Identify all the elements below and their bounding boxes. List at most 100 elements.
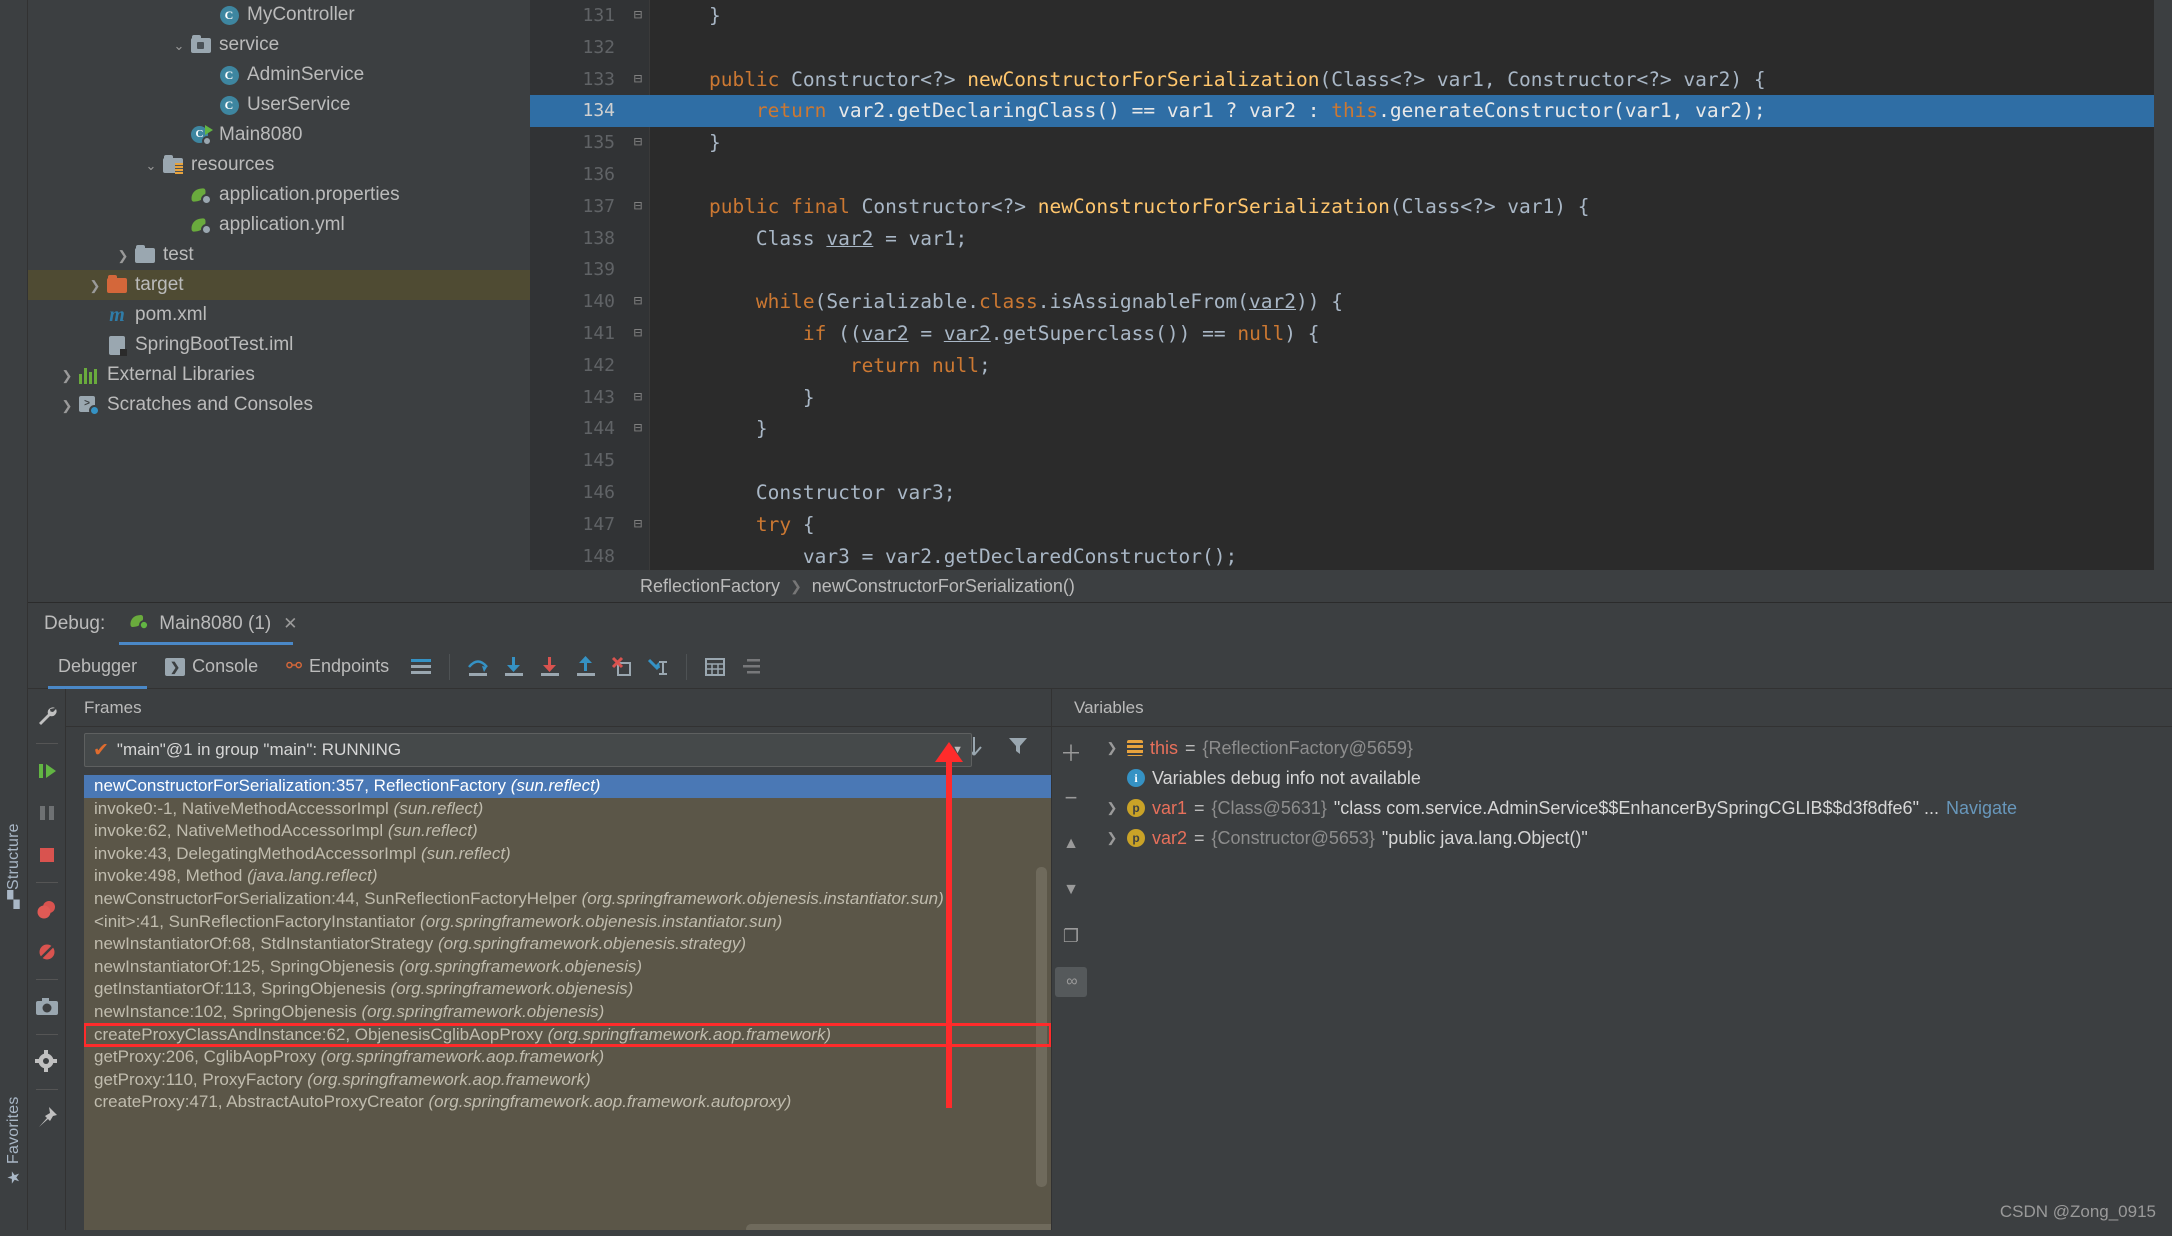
editor-scrollbar[interactable] [2154, 0, 2172, 570]
settings-wrench-icon[interactable] [30, 697, 64, 735]
fold-marker-icon[interactable]: ⊟ [630, 382, 646, 414]
code-line-147[interactable]: 147 ⊟ try { [530, 509, 2172, 541]
tree-item-resources[interactable]: ⌄ resources [28, 150, 530, 180]
code-line-133[interactable]: 133 ⊟ public Constructor<?> newConstructo… [530, 64, 2172, 96]
code-line-141[interactable]: 141 ⊟ if ((var2 = var2.getSuperclass()) =… [530, 318, 2172, 350]
code-line-137[interactable]: 137 ⊟ public final Constructor<?> newCons… [530, 191, 2172, 223]
project-tool-window[interactable]: C MyController ⌄ service C AdminService C UserS… [28, 0, 530, 602]
code-line-139[interactable]: 139 [530, 254, 2172, 286]
code-editor[interactable]: 131 ⊟ } 132 133 ⊟ public Constructor<?> newC… [530, 0, 2172, 570]
step-over-icon[interactable] [460, 649, 496, 685]
tree-item-mycontroller[interactable]: C MyController [28, 0, 530, 30]
fold-marker-icon[interactable]: ⊟ [630, 0, 646, 32]
layout-settings-icon[interactable] [403, 649, 439, 685]
fold-marker-icon[interactable]: ⊟ [630, 286, 646, 318]
drop-frame-icon[interactable] [604, 649, 640, 685]
tree-item-scratches-and-consoles[interactable]: ❯ > Scratches and Consoles [28, 390, 530, 420]
code-line-136[interactable]: 136 [530, 159, 2172, 191]
navigate-link[interactable]: Navigate [1946, 798, 2017, 819]
frame-row[interactable]: invoke:43, DelegatingMethodAccessorImpl … [84, 843, 1051, 866]
tree-item-application-yml[interactable]: application.yml [28, 210, 530, 240]
chevron-right-icon[interactable]: ❯ [58, 369, 76, 382]
frame-row[interactable]: newConstructorForSerialization:357, Refl… [84, 775, 1051, 798]
code-line-132[interactable]: 132 [530, 32, 2172, 64]
tree-item-springboottest-iml[interactable]: SpringBootTest.iml [28, 330, 530, 360]
code-line-131[interactable]: 131 ⊟ } [530, 0, 2172, 32]
frames-list[interactable]: newConstructorForSerialization:357, Refl… [84, 775, 1051, 1236]
settings-gear-icon[interactable] [30, 1043, 64, 1081]
frame-row[interactable]: newConstructorForSerialization:44, SunRe… [84, 888, 1051, 911]
pause-program-icon[interactable] [30, 794, 64, 832]
tree-item-pom-xml[interactable]: m pom.xml [28, 300, 530, 330]
frame-row[interactable]: getProxy:110, ProxyFactory (org.springfr… [84, 1069, 1051, 1092]
editor-code-area[interactable]: 131 ⊟ } 132 133 ⊟ public Constructor<?> newC… [530, 0, 2172, 570]
frame-row[interactable]: newInstantiatorOf:68, StdInstantiatorStr… [84, 933, 1051, 956]
resume-program-icon[interactable] [30, 752, 64, 790]
frame-row[interactable]: newInstance:102, SpringObjenesis (org.sp… [84, 1001, 1051, 1024]
variable-row[interactable]: ❯ p var1 = {Class@5631} "class com.service.Ad… [1104, 793, 2162, 823]
code-line-134[interactable]: 134 return var2.getDeclaringClass() == v… [530, 95, 2172, 128]
variable-row[interactable]: i Variables debug info not available [1104, 763, 2162, 793]
fold-marker-icon[interactable]: ⊟ [630, 64, 646, 96]
frame-row[interactable]: getInstantiatorOf:113, SpringObjenesis (… [84, 978, 1051, 1001]
chevron-right-icon[interactable]: ❯ [1104, 800, 1120, 816]
stop-icon[interactable] [30, 836, 64, 874]
move-down-icon[interactable]: ▼ [1055, 875, 1087, 905]
fold-marker-icon[interactable]: ⊟ [630, 318, 646, 350]
code-line-138[interactable]: 138 Class var2 = var1; [530, 223, 2172, 255]
tree-item-test[interactable]: ❯ test [28, 240, 530, 270]
remove-icon[interactable]: − [1055, 783, 1087, 813]
variable-row[interactable]: ❯ this = {ReflectionFactory@5659} [1104, 733, 2162, 763]
tab-console[interactable]: ❯ Console [151, 645, 272, 689]
filter-icon[interactable] [1007, 734, 1029, 763]
view-breakpoints-icon[interactable] [30, 891, 64, 929]
tree-item-userservice[interactable]: C UserService [28, 90, 530, 120]
pin-tab-icon[interactable] [30, 1098, 64, 1136]
code-line-143[interactable]: 143 ⊟ } [530, 382, 2172, 414]
chevron-right-icon[interactable]: ❯ [1104, 830, 1120, 846]
evaluate-expression-icon[interactable] [697, 649, 733, 685]
code-line-148[interactable]: 148 var3 = var2.getDeclaredConstructor()… [530, 541, 2172, 570]
chevron-down-icon[interactable]: ⌄ [142, 159, 160, 172]
inspect-icon[interactable]: ∞ [1055, 967, 1087, 997]
code-line-146[interactable]: 146 Constructor var3; [530, 477, 2172, 509]
frame-row[interactable]: newInstantiatorOf:125, SpringObjenesis (… [84, 956, 1051, 979]
fold-marker-icon[interactable]: ⊟ [630, 127, 646, 159]
thread-selector[interactable]: ✔ "main"@1 in group "main": RUNNING ▼ [84, 733, 972, 767]
fold-marker-icon[interactable]: ⊟ [630, 509, 646, 541]
tab-endpoints[interactable]: ⚯ Endpoints [272, 645, 403, 689]
fold-marker-icon[interactable]: ⊟ [630, 413, 646, 445]
frame-row[interactable]: invoke:498, Method (java.lang.reflect) [84, 865, 1051, 888]
tab-debugger[interactable]: Debugger [44, 645, 151, 689]
tree-item-external-libraries[interactable]: ❯ External Libraries [28, 360, 530, 390]
debug-session-tab[interactable]: Main8080 (1) ✕ [119, 603, 307, 645]
run-to-cursor-icon[interactable] [640, 649, 676, 685]
tree-item-main8080[interactable]: C Main8080 [28, 120, 530, 150]
code-line-135[interactable]: 135 ⊟ } [530, 127, 2172, 159]
move-up-icon[interactable]: ▲ [1055, 829, 1087, 859]
frame-row[interactable]: createProxy:471, AbstractAutoProxyCreato… [84, 1091, 1051, 1114]
frame-row[interactable]: <init>:41, SunReflectionFactoryInstantia… [84, 911, 1051, 934]
tree-item-application-properties[interactable]: application.properties [28, 180, 530, 210]
tool-window-button-structure[interactable]: ▚ Structure [0, 790, 28, 940]
mute-breakpoints-icon[interactable] [733, 649, 769, 685]
breadcrumb-method[interactable]: newConstructorForSerialization() [812, 576, 1075, 597]
fold-marker-icon[interactable]: ⊟ [630, 191, 646, 223]
tree-item-target[interactable]: ❯ target [28, 270, 530, 300]
mute-breakpoints-icon[interactable] [30, 933, 64, 971]
tree-item-service[interactable]: ⌄ service [28, 30, 530, 60]
frame-row[interactable]: getProxy:206, CglibAopProxy (org.springf… [84, 1046, 1051, 1069]
chevron-right-icon[interactable]: ❯ [58, 399, 76, 412]
code-line-144[interactable]: 144 ⊟ } [530, 413, 2172, 445]
code-line-140[interactable]: 140 ⊟ while(Serializable.class.isAssignab… [530, 286, 2172, 318]
frame-row[interactable]: invoke0:-1, NativeMethodAccessorImpl (su… [84, 798, 1051, 821]
code-line-145[interactable]: 145 [530, 445, 2172, 477]
chevron-right-icon[interactable]: ❯ [86, 279, 104, 292]
close-icon[interactable]: ✕ [283, 614, 297, 634]
chevron-right-icon[interactable]: ❯ [1104, 740, 1120, 756]
snapshot-icon[interactable] [30, 988, 64, 1026]
step-into-icon[interactable] [496, 649, 532, 685]
tree-item-adminservice[interactable]: C AdminService [28, 60, 530, 90]
step-out-icon[interactable] [568, 649, 604, 685]
add-icon[interactable]: ＋ [1055, 737, 1087, 767]
